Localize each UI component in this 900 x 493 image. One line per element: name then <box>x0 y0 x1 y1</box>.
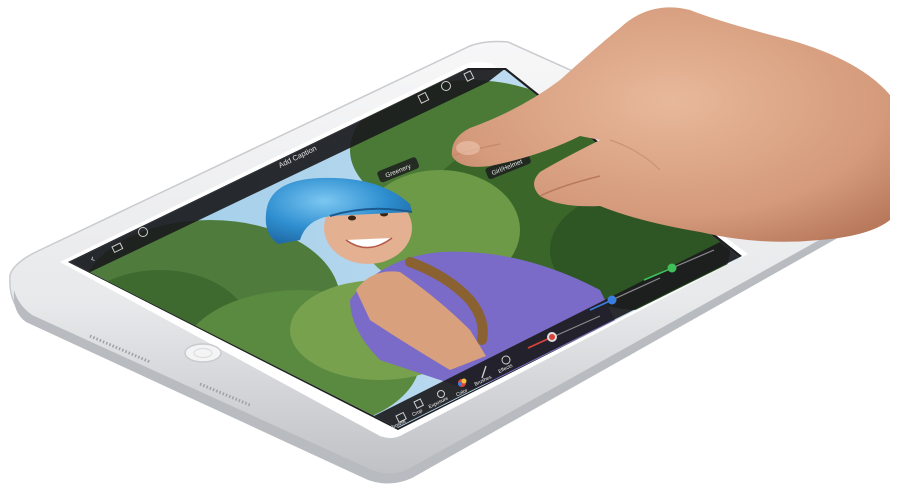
ipad-photo-scene: ‹ Add Caption Greenery Girl/Helmet <box>9 7 890 484</box>
slider-handle-green[interactable] <box>667 263 677 273</box>
slider-handle-blue[interactable] <box>607 295 617 305</box>
home-button[interactable] <box>184 343 222 363</box>
